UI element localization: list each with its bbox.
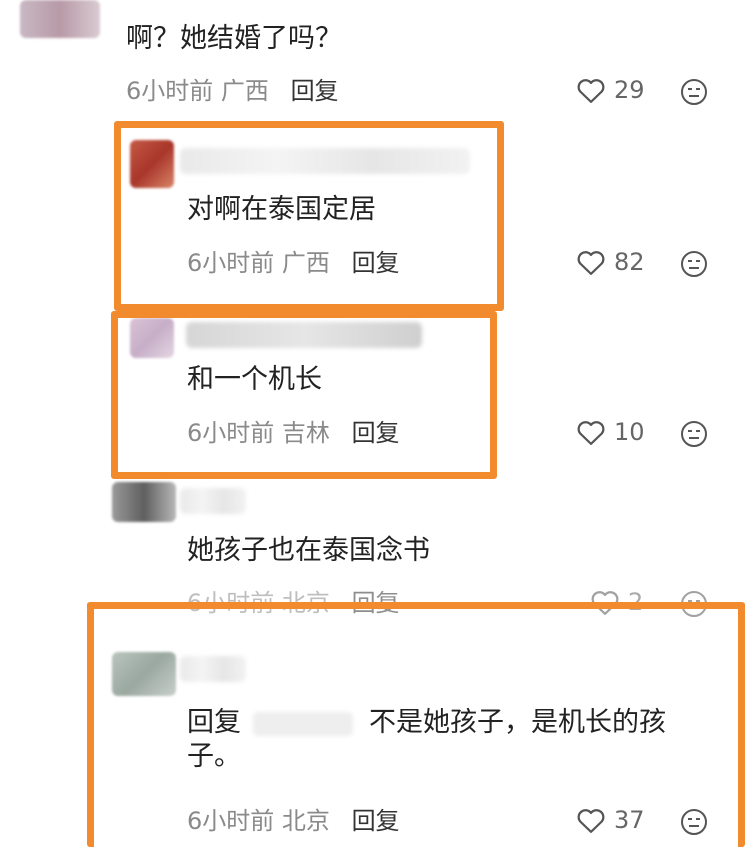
like-count: 29 [614, 76, 645, 104]
like-count: 82 [614, 248, 645, 276]
like-count: 10 [614, 418, 645, 446]
emoji-reaction-icon[interactable] [680, 78, 708, 106]
comment-location: 北京 [281, 807, 330, 835]
heart-icon [577, 251, 605, 275]
comment-text: 对啊在泰国定居 [187, 194, 376, 225]
blurred-username [180, 148, 470, 174]
comment-location: 广西 [281, 249, 330, 277]
comment-text: 她孩子也在泰国念书 [187, 535, 430, 566]
like-button[interactable]: 10 [576, 418, 645, 446]
reply-button[interactable]: 回复 [352, 589, 400, 617]
blurred-username [180, 656, 246, 682]
comment-time: 6小时前 [187, 807, 275, 835]
avatar[interactable] [130, 318, 174, 358]
like-button[interactable]: 37 [576, 806, 645, 834]
emoji-reaction-icon[interactable] [680, 250, 708, 278]
avatar[interactable] [112, 482, 176, 522]
comment-time: 6小时前 [187, 249, 275, 277]
comment-text-line1: 不是她孩子，是机长的孩 [369, 707, 666, 738]
blurred-username [186, 322, 422, 348]
comment-text: 啊？她结婚了吗？ [126, 23, 342, 54]
reply-button[interactable]: 回复 [352, 249, 400, 277]
comment-location: 吉林 [281, 419, 330, 447]
like-button[interactable]: 82 [576, 248, 645, 276]
reply-prefix: 回复 [187, 707, 241, 738]
reply-button[interactable]: 回复 [291, 77, 339, 105]
comment-time: 6小时前 [187, 589, 275, 617]
blurred-mention [253, 711, 353, 736]
reply-button[interactable]: 回复 [352, 419, 400, 447]
comment-location: 广西 [220, 77, 269, 105]
comment-location: 北京 [281, 589, 330, 617]
comment-meta: 6小时前 广西 回复 [187, 248, 400, 278]
reply-button[interactable]: 回复 [352, 807, 400, 835]
comment-text-line2: 子。 [187, 741, 241, 772]
comment-meta: 6小时前 北京 回复 [187, 588, 400, 618]
comment-meta: 6小时前 吉林 回复 [187, 418, 400, 448]
avatar[interactable] [20, 0, 100, 38]
like-count: 2 [628, 588, 644, 616]
emoji-reaction-icon[interactable] [680, 808, 708, 836]
heart-icon [591, 591, 619, 615]
blurred-username [180, 488, 246, 514]
like-button[interactable]: 2 [590, 588, 643, 616]
like-button[interactable]: 29 [576, 76, 645, 104]
comment-meta: 6小时前 广西 回复 [126, 76, 339, 106]
avatar[interactable] [130, 140, 174, 188]
comment-time: 6小时前 [126, 77, 214, 105]
comment-time: 6小时前 [187, 419, 275, 447]
heart-icon [577, 79, 605, 103]
emoji-reaction-icon[interactable] [680, 420, 708, 448]
like-count: 37 [614, 806, 645, 834]
emoji-reaction-icon[interactable] [680, 590, 708, 618]
comment-meta: 6小时前 北京 回复 [187, 806, 400, 836]
comment-text: 和一个机长 [187, 364, 322, 395]
avatar[interactable] [112, 652, 176, 696]
comment-text: 回复 不是她孩子，是机长的孩 子。 [187, 706, 707, 774]
heart-icon [577, 809, 605, 833]
heart-icon [577, 421, 605, 445]
